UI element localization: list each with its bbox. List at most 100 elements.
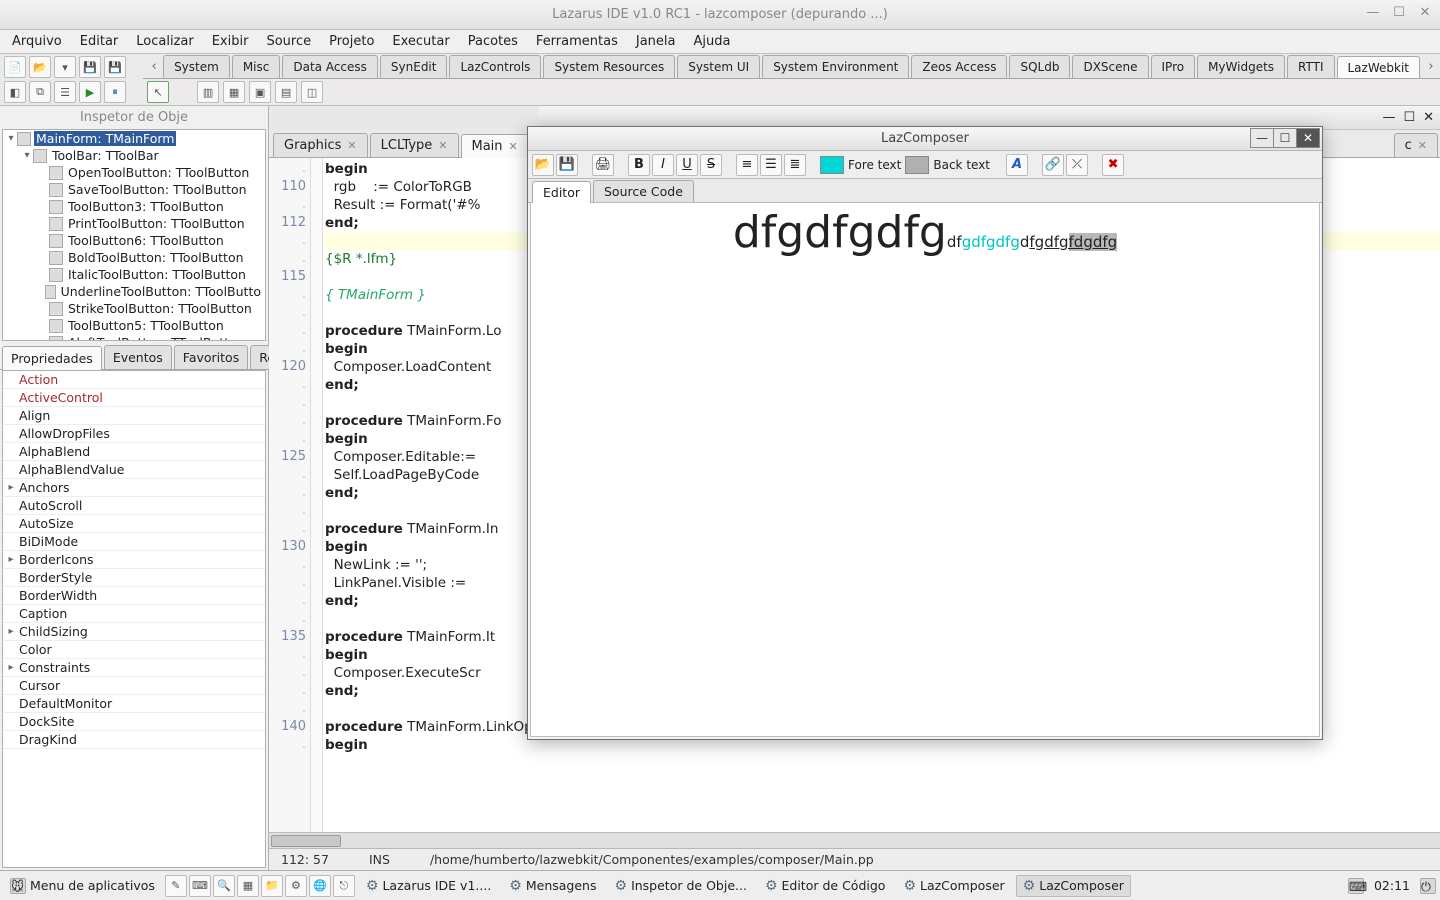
- toggle-form-icon[interactable]: ⧉: [29, 81, 51, 103]
- file-tab-c[interactable]: c✕: [1394, 133, 1438, 157]
- fore-color-swatch[interactable]: [820, 156, 844, 174]
- composer-maximize-button[interactable]: ☐: [1273, 128, 1297, 148]
- open-file-icon[interactable]: 📂: [29, 56, 51, 78]
- menu-ferramentas[interactable]: Ferramentas: [528, 32, 626, 51]
- menu-localizar[interactable]: Localizar: [128, 32, 201, 51]
- tree-node[interactable]: ToolButton6: TToolButton: [3, 232, 265, 249]
- clock[interactable]: 02:11: [1368, 878, 1416, 893]
- tree-node[interactable]: PrintToolButton: TToolButton: [3, 215, 265, 232]
- property-row[interactable]: AutoSize: [3, 515, 265, 533]
- property-row[interactable]: AllowDropFiles: [3, 425, 265, 443]
- files-launcher-icon[interactable]: 📁: [261, 875, 283, 897]
- tree-node[interactable]: BoldToolButton: TToolButton: [3, 249, 265, 266]
- property-row[interactable]: DragKind: [3, 731, 265, 749]
- window-minimize-button[interactable]: —: [1364, 5, 1382, 23]
- tree-node[interactable]: SaveToolButton: TToolButton: [3, 181, 265, 198]
- editor-maximize-button[interactable]: ☐: [1403, 110, 1415, 125]
- editor-hscrollbar[interactable]: [269, 832, 1440, 848]
- close-icon[interactable]: ✕: [347, 139, 356, 152]
- property-row[interactable]: BiDiMode: [3, 533, 265, 551]
- align-center-icon[interactable]: ☰: [760, 154, 782, 176]
- lazcomposer-titlebar[interactable]: LazComposer — ☐ ✕: [528, 127, 1322, 151]
- run-icon[interactable]: ▶: [79, 81, 101, 103]
- settings-launcher-icon[interactable]: ⚙: [285, 875, 307, 897]
- editor-minimize-button[interactable]: —: [1382, 110, 1395, 125]
- property-row[interactable]: ▸Anchors: [3, 479, 265, 497]
- property-row[interactable]: AutoScroll: [3, 497, 265, 515]
- file-tab-graphics[interactable]: Graphics✕: [273, 133, 368, 157]
- link-icon[interactable]: 🔗: [1042, 154, 1064, 176]
- composer-minimize-button[interactable]: —: [1250, 128, 1274, 148]
- bold-button[interactable]: B: [628, 154, 650, 176]
- menu-source[interactable]: Source: [258, 32, 319, 51]
- save-icon[interactable]: 💾: [79, 56, 101, 78]
- component-tree[interactable]: ▾MainForm: TMainForm▾ToolBar: TToolBarOp…: [2, 129, 266, 341]
- close-icon[interactable]: ✕: [509, 140, 518, 153]
- property-row[interactable]: Align: [3, 407, 265, 425]
- strike-button[interactable]: S: [700, 154, 722, 176]
- menu-editar[interactable]: Editar: [72, 32, 127, 51]
- palette-tab-lazcontrols[interactable]: LazControls: [449, 55, 541, 78]
- composer-canvas[interactable]: dfgdfgdfgdfgdfgdfgdfgdfgfdgdfg: [530, 202, 1320, 737]
- task-lazarus-ide[interactable]: ⚙Lazarus IDE v1....: [359, 875, 498, 897]
- palette-tab-lazwebkit[interactable]: LazWebkit: [1337, 56, 1421, 79]
- composer-tab-source[interactable]: Source Code: [593, 180, 694, 202]
- editor-close-button[interactable]: ✕: [1423, 110, 1434, 125]
- palette-tab-system-ui[interactable]: System UI: [677, 55, 760, 78]
- new-file-icon[interactable]: 📄: [4, 56, 26, 78]
- menu-executar[interactable]: Executar: [384, 32, 457, 51]
- menu-exibir[interactable]: Exibir: [204, 32, 257, 51]
- property-row[interactable]: DefaultMonitor: [3, 695, 265, 713]
- editor-launcher-icon[interactable]: ✎: [165, 875, 187, 897]
- close-icon[interactable]: ✕: [1418, 139, 1427, 152]
- palette-tab-zeos-access[interactable]: Zeos Access: [911, 55, 1007, 78]
- property-row[interactable]: BorderWidth: [3, 587, 265, 605]
- component-4-icon[interactable]: ▤: [275, 81, 297, 103]
- tab-eventos[interactable]: Eventos: [104, 345, 172, 369]
- tree-node[interactable]: OpenToolButton: TToolButton: [3, 164, 265, 181]
- print-icon[interactable]: 🖨: [592, 154, 614, 176]
- file-tab-main[interactable]: Main✕: [461, 134, 529, 158]
- menu-ajuda[interactable]: Ajuda: [685, 32, 738, 51]
- property-row[interactable]: Cursor: [3, 677, 265, 695]
- align-right-icon[interactable]: ≣: [784, 154, 806, 176]
- save-all-icon[interactable]: 💾: [104, 56, 126, 78]
- back-color-swatch[interactable]: [905, 156, 929, 174]
- menu-pacotes[interactable]: Pacotes: [460, 32, 526, 51]
- tree-node[interactable]: ItalicToolButton: TToolButton: [3, 266, 265, 283]
- menu-projeto[interactable]: Projeto: [321, 32, 382, 51]
- save-icon[interactable]: 💾: [556, 154, 578, 176]
- tray-power-icon[interactable]: ⏻: [1420, 878, 1436, 894]
- rich-text-big[interactable]: dfgdfgdfg: [733, 207, 947, 258]
- property-row[interactable]: AlphaBlend: [3, 443, 265, 461]
- composer-close-button[interactable]: ✕: [1296, 128, 1320, 148]
- tree-node[interactable]: ▾ToolBar: TToolBar: [3, 147, 265, 164]
- property-grid[interactable]: ActionActiveControlAlignAllowDropFilesAl…: [2, 370, 266, 868]
- pointer-tool-icon[interactable]: ↖: [147, 81, 169, 103]
- delete-icon[interactable]: ✖: [1102, 154, 1124, 176]
- property-row[interactable]: ▸ChildSizing: [3, 623, 265, 641]
- palette-tab-ipro[interactable]: IPro: [1151, 55, 1196, 78]
- browser-launcher-icon[interactable]: 🌐: [309, 875, 331, 897]
- task-lazcomposer-2[interactable]: ⚙LazComposer: [1016, 875, 1131, 897]
- property-row[interactable]: BorderStyle: [3, 569, 265, 587]
- palette-tab-synedit[interactable]: SynEdit: [380, 55, 448, 78]
- property-row[interactable]: ▸BorderIcons: [3, 551, 265, 569]
- tab-propriedades[interactable]: Propriedades: [2, 346, 102, 370]
- tree-node[interactable]: StrikeToolButton: TToolButton: [3, 300, 265, 317]
- open-dropdown-icon[interactable]: ▾: [54, 56, 76, 78]
- tab-favoritos[interactable]: Favoritos: [174, 345, 248, 369]
- tree-node[interactable]: ToolButton5: TToolButton: [3, 317, 265, 334]
- pause-icon[interactable]: ⏸: [104, 81, 126, 103]
- close-icon[interactable]: ✕: [438, 139, 447, 152]
- file-tab-lcltype[interactable]: LCLType✕: [370, 133, 459, 157]
- tree-node[interactable]: AleftToolButton: TToolButton: [3, 334, 265, 341]
- selected-text[interactable]: fdgdfg: [1069, 233, 1118, 251]
- new-form-icon[interactable]: ◧: [4, 81, 26, 103]
- underline-button[interactable]: U: [676, 154, 698, 176]
- view-units-icon[interactable]: ☰: [54, 81, 76, 103]
- property-row[interactable]: AlphaBlendValue: [3, 461, 265, 479]
- property-row[interactable]: Color: [3, 641, 265, 659]
- logout-launcher-icon[interactable]: ⎋: [333, 875, 355, 897]
- component-3-icon[interactable]: ▣: [249, 81, 271, 103]
